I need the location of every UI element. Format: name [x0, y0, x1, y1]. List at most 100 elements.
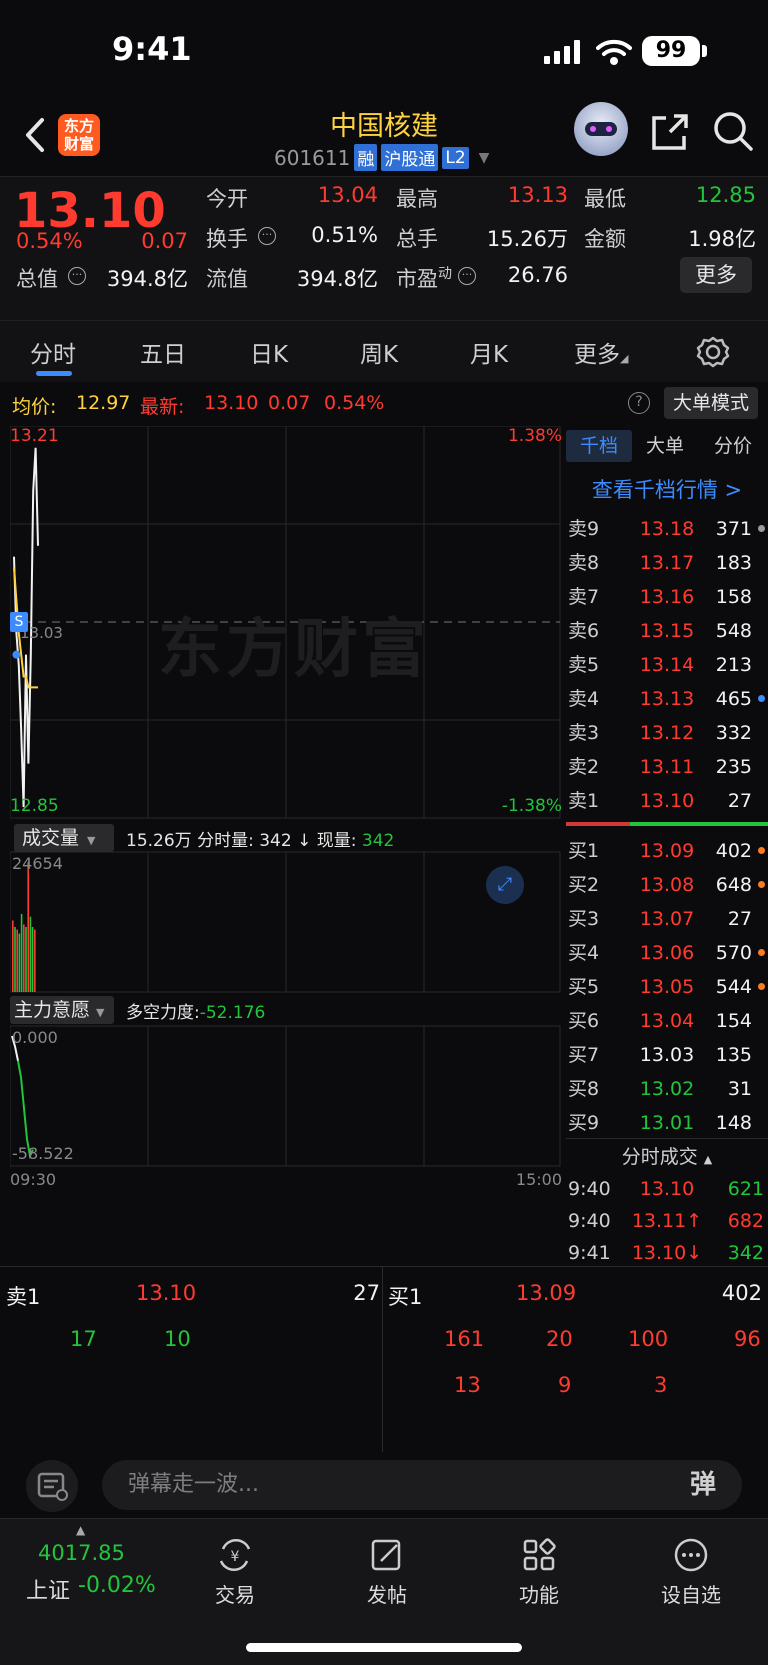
battery-indicator: 99: [642, 36, 700, 66]
bid-volume: 154: [715, 1010, 752, 1032]
bid-row[interactable]: 买5 13.05 544: [566, 970, 768, 1004]
ask-volume: 183: [715, 552, 752, 574]
ask-row[interactable]: 卖5 13.14 213: [566, 648, 768, 682]
power-summary: 多空力度:-52.176: [126, 1003, 266, 1023]
ask-row[interactable]: 卖8 13.17 183: [566, 546, 768, 580]
ask-price: 13.12: [639, 722, 695, 744]
tab-big-orders[interactable]: 大单: [632, 430, 698, 462]
view-depth-link[interactable]: 查看千档行情 >: [566, 474, 768, 504]
tick-price: 13.10↓: [631, 1242, 703, 1264]
order-dot-icon: [758, 695, 765, 702]
tab-weekly-k[interactable]: 周K: [360, 335, 398, 369]
search-icon[interactable]: [712, 110, 754, 152]
ask1-label: 卖1: [6, 1285, 41, 1309]
intraday-chart[interactable]: 13.21 1.38% 13.03 12.85 -1.38% 东方财富 S 成交…: [9, 425, 562, 1264]
help-icon[interactable]: ?: [628, 392, 650, 414]
info-dots-icon[interactable]: ···: [258, 227, 276, 245]
nav-functions[interactable]: 功能: [484, 1537, 594, 1608]
nav-add-watchlist[interactable]: 设自选: [636, 1537, 746, 1608]
ask-row[interactable]: 卖2 13.11 235: [566, 750, 768, 784]
ask-row[interactable]: 卖4 13.13 465: [566, 682, 768, 716]
bid-row[interactable]: 买4 13.06 570: [566, 936, 768, 970]
bid-price: 13.03: [639, 1044, 695, 1066]
time-axis-end: 15:00: [515, 1170, 562, 1189]
bid-row[interactable]: 买2 13.08 648: [566, 868, 768, 902]
signal-marker[interactable]: S: [10, 612, 28, 632]
info-dots-icon[interactable]: ···: [68, 267, 86, 285]
nav-post[interactable]: 发帖: [332, 1537, 442, 1608]
ask-level: 卖2: [568, 756, 600, 778]
ask-price: 13.16: [639, 586, 695, 608]
order-dot-icon: [758, 983, 765, 990]
bid-level: 买7: [568, 1044, 600, 1066]
ticks-title[interactable]: 分时成交 ▲: [566, 1142, 768, 1169]
tab-monthly-k[interactable]: 月K: [470, 335, 508, 369]
high-value: 13.13: [507, 183, 568, 207]
ask-volume: 548: [715, 620, 752, 642]
index-change[interactable]: -0.02%: [78, 1573, 156, 1598]
nav-trade[interactable]: ¥ 交易: [180, 1537, 290, 1608]
bid1-volume: 402: [721, 1281, 762, 1305]
tick-time: 9:40: [568, 1210, 611, 1232]
bid-row[interactable]: 买9 13.01 148: [566, 1106, 768, 1140]
danmu-list-icon[interactable]: [26, 1460, 78, 1512]
main-force-grid-frame: [9, 1025, 561, 1167]
bid-row[interactable]: 买8 13.02 31: [566, 1072, 768, 1106]
ask-level: 卖6: [568, 620, 600, 642]
volume-bar: [29, 916, 32, 992]
bid-row[interactable]: 买1 13.09 402: [566, 834, 768, 868]
tick-row: 9:40 13.11↑ 682: [566, 1204, 768, 1238]
ask-price: 13.14: [639, 654, 695, 676]
tab-daily-k[interactable]: 日K: [250, 335, 288, 369]
ask-volume: 158: [715, 586, 752, 608]
bid-volume: 31: [727, 1078, 752, 1100]
ask-row[interactable]: 卖6 13.15 548: [566, 614, 768, 648]
change-percent: 0.54%: [16, 229, 83, 253]
tab-depth[interactable]: 千档: [566, 430, 632, 462]
bid-row[interactable]: 买6 13.04 154: [566, 1004, 768, 1038]
ask-level: 卖9: [568, 518, 600, 540]
ask-price: 13.10: [639, 790, 695, 812]
robot-avatar-icon[interactable]: [574, 102, 628, 156]
order-dot-icon: [758, 525, 765, 532]
ask-volume: 332: [715, 722, 752, 744]
ask-row[interactable]: 卖1 13.10 27: [566, 784, 768, 818]
stock-code-row[interactable]: 601611 融 沪股通 L2 ▼: [274, 144, 489, 171]
bid-queue-item: 161: [444, 1327, 485, 1351]
big-order-mode-button[interactable]: 大单模式: [664, 387, 758, 419]
bid-price: 13.01: [639, 1112, 695, 1134]
bid-volume: 570: [715, 942, 752, 964]
danmu-toggle-button[interactable]: 弹: [680, 1466, 726, 1504]
bid-queue-item: 96: [734, 1327, 761, 1351]
index-name[interactable]: 上证: [26, 1573, 70, 1605]
tab-five-day[interactable]: 五日: [140, 335, 186, 369]
axis-pct-top: 1.38%: [507, 426, 562, 446]
danmu-input[interactable]: 弹幕走一波...: [102, 1460, 742, 1510]
info-dots-icon[interactable]: ···: [458, 267, 476, 285]
ask-row[interactable]: 卖3 13.12 332: [566, 716, 768, 750]
tab-more[interactable]: 更多◢: [574, 335, 628, 369]
turnover-value: 0.51%: [311, 223, 378, 247]
bid-queue-item: 13: [454, 1373, 481, 1397]
volume-grid-frame: [9, 851, 561, 993]
bid-row[interactable]: 买7 13.03 135: [566, 1038, 768, 1072]
expand-icon[interactable]: ⤢: [486, 866, 524, 904]
open-value: 13.04: [317, 183, 378, 207]
order-dot-icon: [758, 881, 765, 888]
ask-row[interactable]: 卖9 13.18 371: [566, 512, 768, 546]
chevron-down-icon: ▼: [96, 1006, 105, 1019]
main-force-selector[interactable]: 主力意愿 ▼: [10, 996, 114, 1024]
volume-bar: [18, 933, 21, 992]
axis-price-top: 13.21: [10, 426, 59, 446]
ask-row[interactable]: 卖7 13.16 158: [566, 580, 768, 614]
home-indicator: [246, 1643, 522, 1652]
tab-price-dist[interactable]: 分价: [700, 430, 766, 462]
chevron-down-icon: ▼: [478, 149, 490, 166]
bid-row[interactable]: 买3 13.07 27: [566, 902, 768, 936]
share-icon[interactable]: [650, 112, 690, 152]
more-button[interactable]: 更多: [680, 257, 752, 293]
tab-intraday[interactable]: 分时: [30, 335, 76, 369]
gear-icon[interactable]: [696, 335, 730, 369]
index-value[interactable]: 4017.85: [38, 1541, 125, 1565]
volume-indicator-selector[interactable]: 成交量 ▼: [14, 824, 114, 852]
